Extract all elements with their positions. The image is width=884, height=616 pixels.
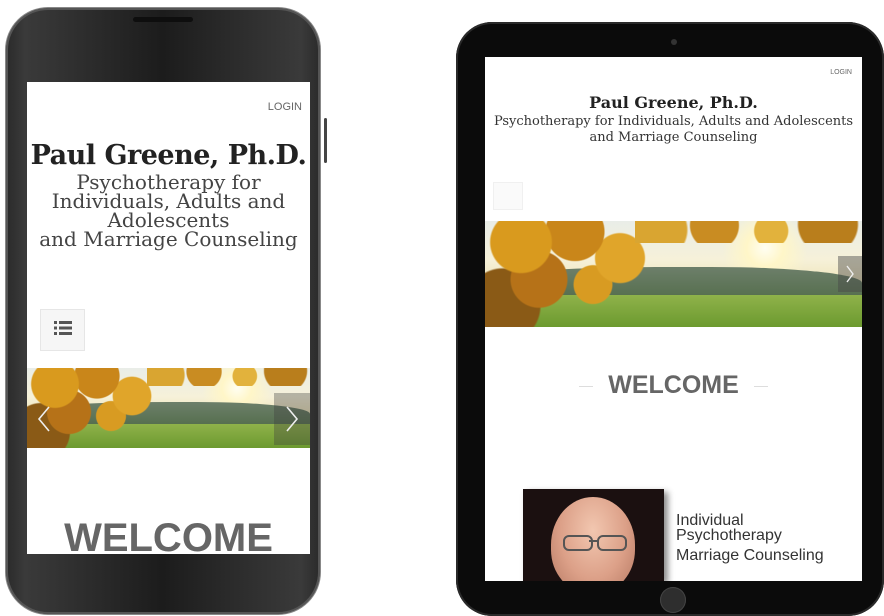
service-individual: Individual <box>676 512 744 529</box>
site-title[interactable]: Paul Greene, Ph.D. <box>485 93 862 112</box>
site-tagline-line2: and Marriage Counseling <box>39 227 298 251</box>
phone-speaker <box>133 17 193 22</box>
therapist-photo <box>523 489 664 581</box>
tablet-screen: LOGIN Paul Greene, Ph.D. Psychotherapy f… <box>485 57 862 581</box>
phone-device-frame: LOGIN Paul Greene, Ph.D. Psychotherapy f… <box>6 8 327 614</box>
tablet-home-button <box>660 587 686 613</box>
site-tagline: Psychotherapy for Individuals, Adults an… <box>51 170 286 232</box>
tablet-camera <box>671 39 677 45</box>
welcome-heading: WELCOME <box>608 371 739 399</box>
hero-slider[interactable] <box>485 221 862 327</box>
chevron-left-icon <box>37 405 51 433</box>
list-menu-icon <box>53 320 72 340</box>
site-tagline: Psychotherapy for Individuals, Adults an… <box>493 114 854 129</box>
phone-screen: LOGIN Paul Greene, Ph.D. Psychotherapy f… <box>27 82 310 554</box>
slider-prev-button[interactable] <box>27 393 61 445</box>
welcome-heading: WELCOME <box>64 516 273 554</box>
welcome-rule-right <box>754 386 768 387</box>
service-psychotherapy: Psychotherapy <box>676 527 782 544</box>
tablet-device-frame: LOGIN Paul Greene, Ph.D. Psychotherapy f… <box>456 22 884 616</box>
site-tagline-line2: and Marriage Counseling <box>589 130 758 145</box>
login-link[interactable]: LOGIN <box>268 101 302 113</box>
site-title[interactable]: Paul Greene, Ph.D. <box>27 140 310 171</box>
menu-toggle-button[interactable] <box>40 309 85 351</box>
phone-side-button <box>324 118 327 163</box>
hero-slider[interactable] <box>27 368 310 448</box>
menu-toggle-button[interactable] <box>493 182 523 210</box>
slider-next-button[interactable] <box>838 256 862 292</box>
login-link[interactable]: LOGIN <box>830 69 852 76</box>
chevron-right-icon <box>285 405 299 433</box>
slider-next-button[interactable] <box>274 393 310 445</box>
service-marriage-counseling: Marriage Counseling <box>676 547 824 564</box>
chevron-right-icon <box>845 264 855 284</box>
